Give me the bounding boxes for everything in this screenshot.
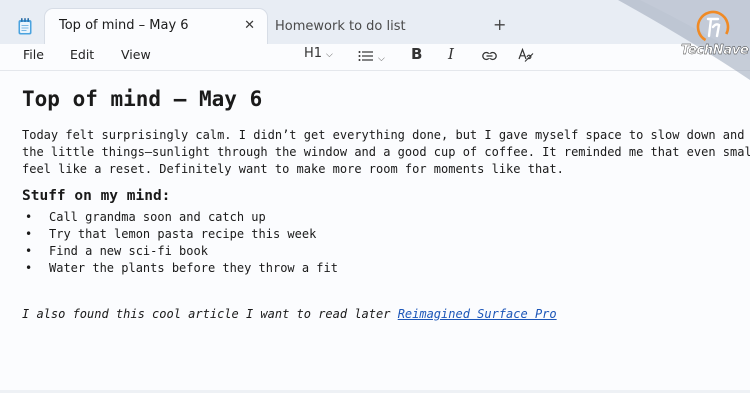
paragraph-line: the little things—sunlight through the w… — [22, 145, 750, 159]
spellcheck-icon — [518, 47, 534, 62]
bullet-icon: • — [25, 244, 33, 258]
new-tab-button[interactable]: + — [493, 15, 506, 34]
menu-file[interactable]: File — [23, 47, 44, 62]
list-item: • Call grandma soon and catch up — [22, 209, 338, 226]
list-item: • Find a new sci-fi book — [22, 243, 338, 260]
menu-edit[interactable]: Edit — [70, 47, 94, 62]
bullet-icon: • — [25, 210, 33, 224]
spellcheck-button[interactable] — [518, 47, 534, 66]
bullet-icon: • — [25, 227, 33, 241]
chevron-down-icon: ⌵ — [326, 50, 333, 60]
watermark-text: TechNave — [681, 43, 749, 58]
chevron-down-icon: ⌵ — [378, 54, 385, 64]
list-item: • Try that lemon pasta recipe this week — [22, 226, 338, 243]
document-title: Top of mind – May 6 — [22, 87, 263, 111]
bullet-list: • Call grandma soon and catch up • Try tha… — [22, 209, 338, 277]
list-item-text: Find a new sci-fi book — [49, 244, 208, 258]
menu-view[interactable]: View — [121, 47, 151, 62]
list-item-text: Call grandma soon and catch up — [49, 210, 266, 224]
bold-button[interactable]: B — [411, 45, 422, 63]
paragraph-line: Today felt surprisingly calm. I didn’t g… — [22, 128, 750, 142]
list-icon — [358, 51, 373, 61]
tab-top-of-mind[interactable]: Top of mind – May 6 ✕ — [45, 9, 267, 44]
article-link[interactable]: Reimagined Surface Pro — [398, 307, 557, 321]
notepad-app-icon — [18, 18, 32, 35]
link-button[interactable] — [482, 46, 497, 66]
technave-logo-icon — [696, 10, 730, 44]
tab-title: Homework to do list — [275, 19, 406, 34]
article-note: I also found this cool article I want to… — [22, 307, 557, 321]
note-text: I also found this cool article I want to… — [22, 307, 398, 321]
link-icon — [482, 51, 497, 61]
document-body[interactable]: Top of mind – May 6 Today felt surprisin… — [0, 71, 750, 393]
tab-title: Top of mind – May 6 — [59, 18, 189, 33]
heading-dropdown[interactable]: H1 ⌵ — [304, 46, 333, 61]
close-icon[interactable]: ✕ — [244, 18, 255, 33]
heading-label: H1 — [304, 46, 323, 61]
list-item-text: Try that lemon pasta recipe this week — [49, 227, 317, 241]
paragraph-line: feel like a reset. Definitely want to ma… — [22, 162, 564, 176]
list-item: • Water the plants before they throw a fi… — [22, 260, 338, 277]
section-heading: Stuff on my mind: — [22, 188, 171, 204]
document-paragraph: Today felt surprisingly calm. I didn’t g… — [22, 127, 750, 178]
list-dropdown[interactable]: ⌵ — [358, 46, 385, 65]
bullet-icon: • — [25, 261, 33, 275]
tab-homework[interactable]: Homework to do list — [268, 9, 474, 44]
list-item-text: Water the plants before they throw a fit — [49, 261, 338, 275]
italic-button[interactable]: I — [448, 45, 454, 63]
